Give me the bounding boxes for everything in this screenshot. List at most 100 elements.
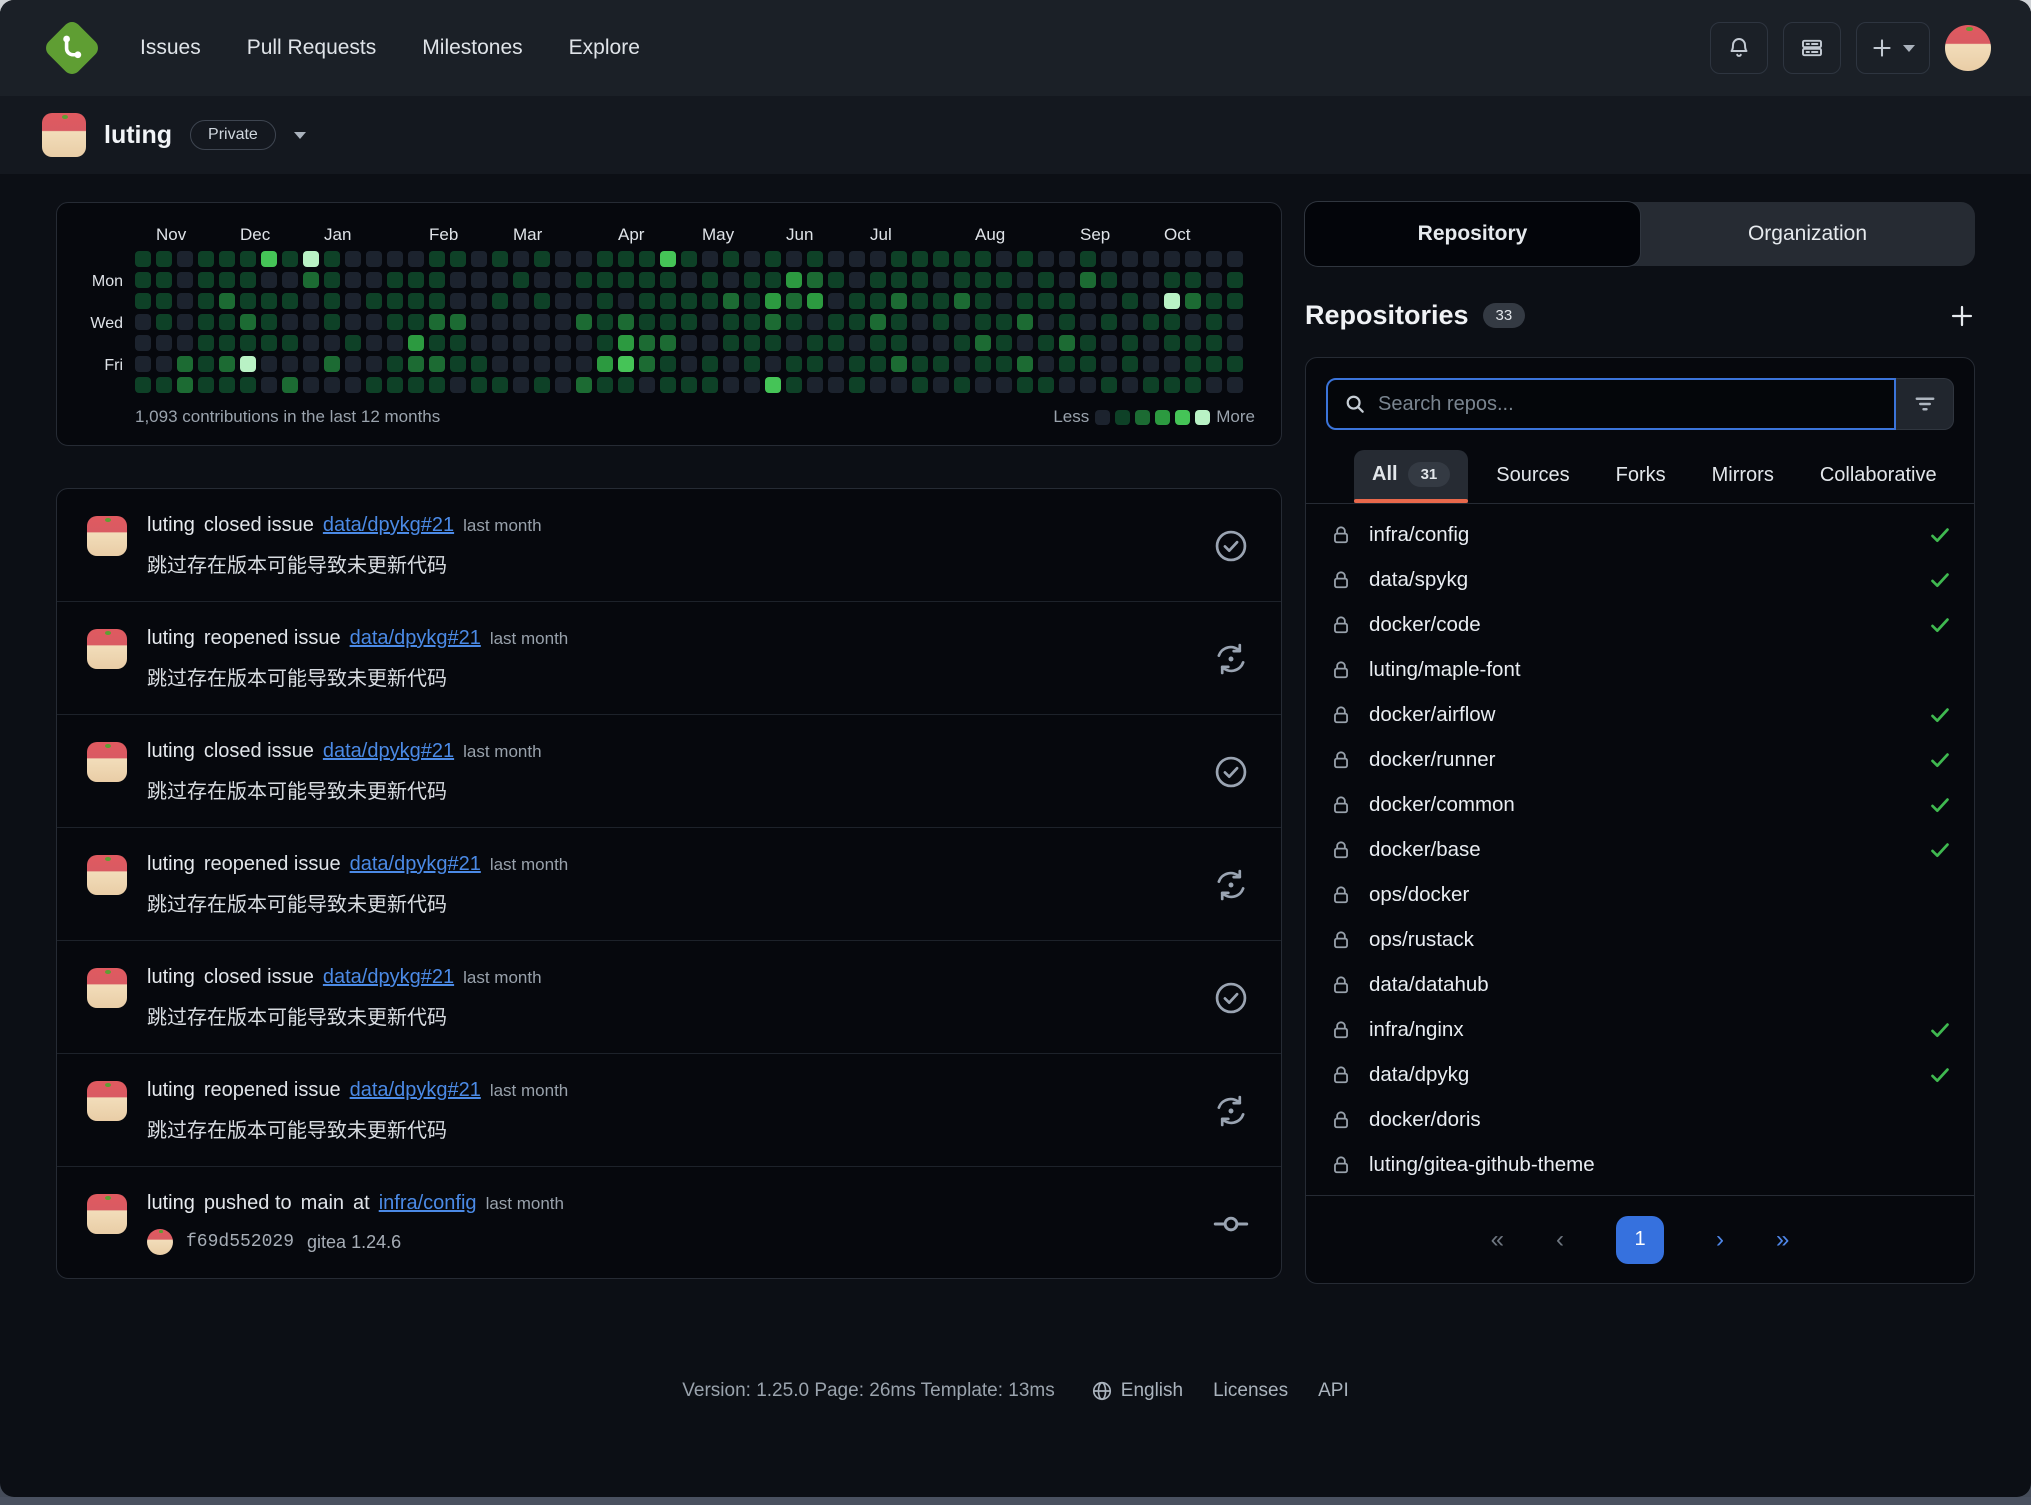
- create-new-button[interactable]: [1856, 22, 1930, 74]
- heatmap-cell[interactable]: [639, 356, 655, 372]
- repo-row[interactable]: docker/base: [1306, 827, 1974, 872]
- heatmap-cell[interactable]: [975, 377, 991, 393]
- heatmap-cell[interactable]: [723, 335, 739, 351]
- heatmap-cell[interactable]: [954, 293, 970, 309]
- heatmap-cell[interactable]: [618, 272, 634, 288]
- heatmap-cell[interactable]: [219, 293, 235, 309]
- heatmap-cell[interactable]: [324, 314, 340, 330]
- heatmap-cell[interactable]: [1017, 293, 1033, 309]
- pagination-prev-button[interactable]: ‹: [1556, 1226, 1564, 1254]
- heatmap-cell[interactable]: [366, 314, 382, 330]
- heatmap-cell[interactable]: [576, 356, 592, 372]
- heatmap-cell[interactable]: [534, 377, 550, 393]
- new-repository-button[interactable]: [1949, 303, 1975, 329]
- heatmap-cell[interactable]: [618, 293, 634, 309]
- heatmap-cell[interactable]: [198, 272, 214, 288]
- heatmap-cell[interactable]: [1038, 356, 1054, 372]
- heatmap-cell[interactable]: [1164, 356, 1180, 372]
- heatmap-cell[interactable]: [135, 356, 151, 372]
- heatmap-cell[interactable]: [303, 251, 319, 267]
- heatmap-cell[interactable]: [744, 293, 760, 309]
- heatmap-cell[interactable]: [324, 293, 340, 309]
- heatmap-cell[interactable]: [219, 251, 235, 267]
- heatmap-cell[interactable]: [303, 335, 319, 351]
- heatmap-cell[interactable]: [765, 293, 781, 309]
- heatmap-cell[interactable]: [996, 314, 1012, 330]
- heatmap-cell[interactable]: [996, 356, 1012, 372]
- heatmap-cell[interactable]: [555, 251, 571, 267]
- heatmap-cell[interactable]: [1164, 272, 1180, 288]
- heatmap-cell[interactable]: [1080, 251, 1096, 267]
- heatmap-cell[interactable]: [996, 335, 1012, 351]
- heatmap-cell[interactable]: [996, 251, 1012, 267]
- heatmap-cell[interactable]: [261, 251, 277, 267]
- feed-user-name[interactable]: luting: [147, 1192, 195, 1215]
- heatmap-cell[interactable]: [744, 335, 760, 351]
- heatmap-cell[interactable]: [303, 314, 319, 330]
- heatmap-cell[interactable]: [933, 335, 949, 351]
- heatmap-cell[interactable]: [219, 377, 235, 393]
- heatmap-cell[interactable]: [1227, 251, 1243, 267]
- heatmap-cell[interactable]: [765, 356, 781, 372]
- heatmap-cell[interactable]: [744, 251, 760, 267]
- heatmap-cell[interactable]: [555, 356, 571, 372]
- heatmap-cell[interactable]: [555, 377, 571, 393]
- tab-repository[interactable]: Repository: [1305, 202, 1640, 266]
- heatmap-cell[interactable]: [702, 272, 718, 288]
- avatar[interactable]: [87, 742, 127, 782]
- heatmap-cell[interactable]: [870, 251, 886, 267]
- heatmap-cell[interactable]: [555, 314, 571, 330]
- heatmap-cell[interactable]: [597, 272, 613, 288]
- heatmap-cell[interactable]: [1164, 377, 1180, 393]
- heatmap-cell[interactable]: [387, 377, 403, 393]
- heatmap-cell[interactable]: [471, 335, 487, 351]
- feed-user-name[interactable]: luting: [147, 1079, 195, 1102]
- gitea-logo-icon[interactable]: [40, 16, 104, 80]
- heatmap-cell[interactable]: [513, 335, 529, 351]
- heatmap-cell[interactable]: [471, 293, 487, 309]
- heatmap-cell[interactable]: [1206, 293, 1222, 309]
- heatmap-cell[interactable]: [933, 272, 949, 288]
- heatmap-cell[interactable]: [282, 251, 298, 267]
- repo-row[interactable]: docker/runner: [1306, 737, 1974, 782]
- repo-name[interactable]: ops/rustack: [1369, 928, 1474, 952]
- repo-row[interactable]: docker/airflow: [1306, 692, 1974, 737]
- heatmap-cell[interactable]: [828, 377, 844, 393]
- nav-link-issues[interactable]: Issues: [140, 36, 201, 60]
- repo-name[interactable]: docker/doris: [1369, 1108, 1481, 1132]
- heatmap-cell[interactable]: [534, 356, 550, 372]
- heatmap-cell[interactable]: [1080, 293, 1096, 309]
- heatmap-cell[interactable]: [744, 272, 760, 288]
- heatmap-cell[interactable]: [219, 272, 235, 288]
- heatmap-cell[interactable]: [891, 293, 907, 309]
- heatmap-cell[interactable]: [156, 293, 172, 309]
- heatmap-cell[interactable]: [534, 272, 550, 288]
- feed-repo-link[interactable]: data/dpykg#21: [323, 740, 454, 763]
- heatmap-cell[interactable]: [240, 251, 256, 267]
- heatmap-cell[interactable]: [408, 272, 424, 288]
- feed-repo-link[interactable]: data/dpykg#21: [323, 514, 454, 537]
- filter-tab-all[interactable]: All31: [1354, 450, 1468, 503]
- heatmap-cell[interactable]: [807, 356, 823, 372]
- heatmap-cell[interactable]: [1143, 314, 1159, 330]
- heatmap-cell[interactable]: [555, 335, 571, 351]
- heatmap-cell[interactable]: [156, 251, 172, 267]
- heatmap-cell[interactable]: [345, 272, 361, 288]
- feed-branch-name[interactable]: main: [301, 1192, 344, 1215]
- heatmap-cell[interactable]: [408, 293, 424, 309]
- feed-repo-link[interactable]: data/dpykg#21: [350, 853, 481, 876]
- heatmap-cell[interactable]: [156, 356, 172, 372]
- heatmap-cell[interactable]: [324, 356, 340, 372]
- heatmap-cell[interactable]: [303, 293, 319, 309]
- heatmap-cell[interactable]: [513, 251, 529, 267]
- heatmap-cell[interactable]: [870, 314, 886, 330]
- heatmap-cell[interactable]: [492, 356, 508, 372]
- heatmap-cell[interactable]: [513, 314, 529, 330]
- heatmap-cell[interactable]: [765, 251, 781, 267]
- licenses-link[interactable]: Licenses: [1213, 1380, 1288, 1402]
- heatmap-cell[interactable]: [261, 314, 277, 330]
- heatmap-cell[interactable]: [1143, 272, 1159, 288]
- heatmap-cell[interactable]: [723, 356, 739, 372]
- pagination-first-button[interactable]: «: [1491, 1226, 1504, 1254]
- heatmap-cell[interactable]: [429, 335, 445, 351]
